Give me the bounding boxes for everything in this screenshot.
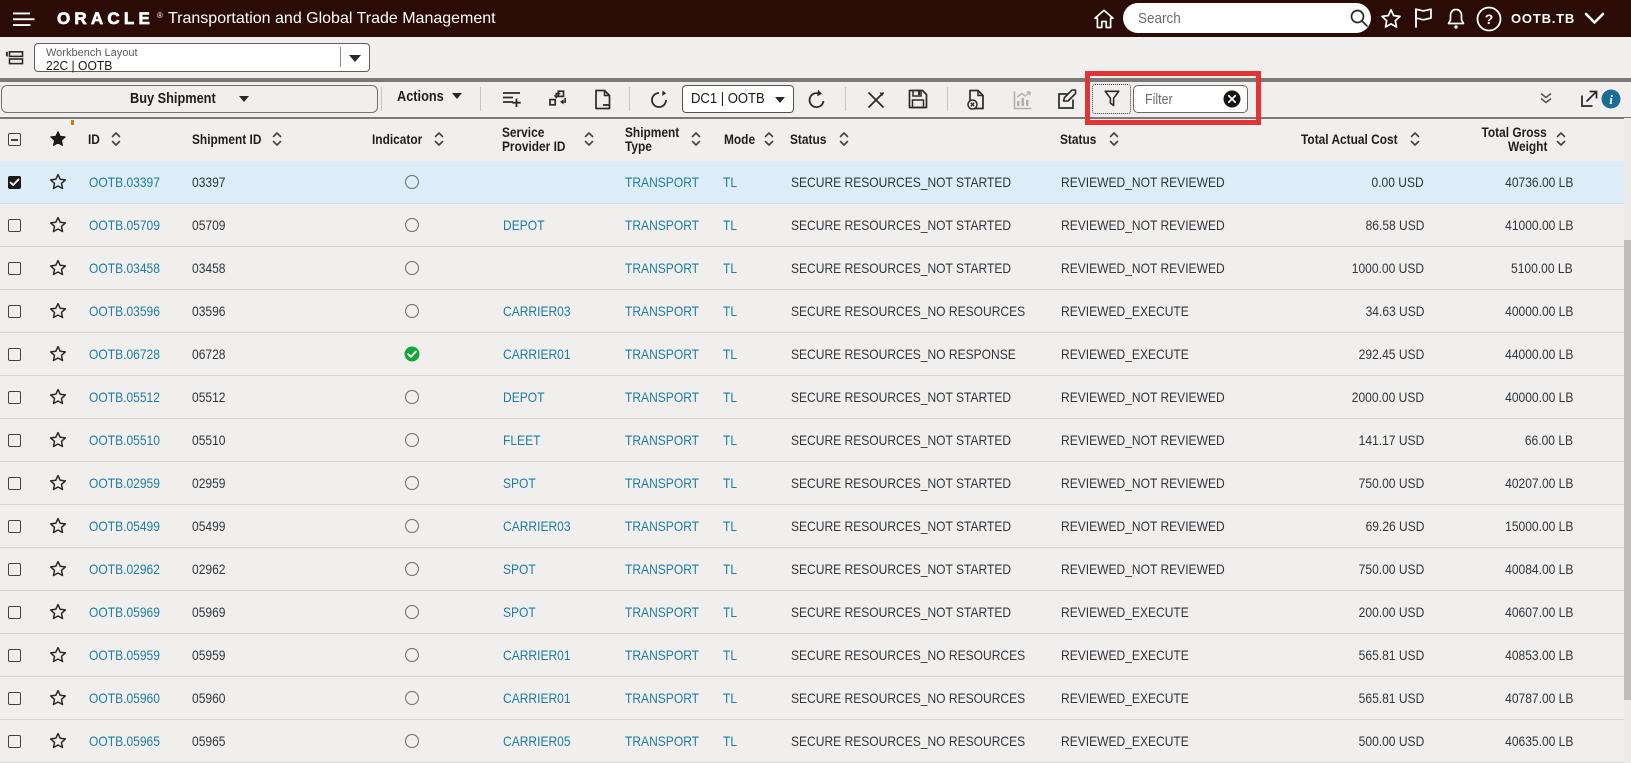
svg-text:?: ? xyxy=(1485,11,1494,27)
svg-text:i: i xyxy=(1609,92,1613,107)
